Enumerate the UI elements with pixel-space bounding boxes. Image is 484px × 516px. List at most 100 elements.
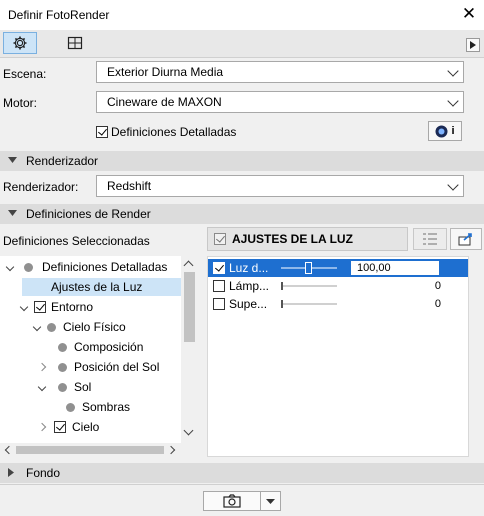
render-button[interactable] xyxy=(203,491,261,511)
engine-info-button[interactable]: i xyxy=(428,121,462,141)
chevron-down-icon xyxy=(266,498,275,504)
param-checkbox[interactable] xyxy=(213,262,225,274)
tree-item[interactable]: Cielo xyxy=(32,418,99,436)
chevron-down-icon[interactable] xyxy=(32,322,42,332)
scroll-down-icon[interactable] xyxy=(183,425,194,436)
tree-vertical-scrollbar[interactable] xyxy=(181,256,198,443)
detailed-option[interactable]: Definiciones Detalladas xyxy=(96,125,236,139)
bullet-icon xyxy=(24,262,33,272)
chevron-right-icon[interactable] xyxy=(37,362,47,372)
section-renderizador[interactable]: Renderizador xyxy=(0,151,484,171)
tree-item[interactable]: Sombras xyxy=(66,398,130,416)
chevron-right-icon xyxy=(8,468,14,477)
param-checkbox[interactable] xyxy=(213,298,225,310)
engine-label: Motor: xyxy=(3,96,38,110)
scroll-right-icon[interactable] xyxy=(166,445,176,455)
slider-handle[interactable] xyxy=(281,300,283,308)
chevron-down-icon xyxy=(8,210,17,216)
scene-value: Exterior Diurna Media xyxy=(107,65,224,79)
section-render-definitions[interactable]: Definiciones de Render xyxy=(0,204,484,224)
crop-frame-icon xyxy=(67,36,83,50)
renderer-label: Renderizador: xyxy=(3,180,79,194)
tree-item-selected[interactable]: Ajustes de la Luz xyxy=(22,278,181,296)
light-settings-panel: Luz d... 100,00 Lámp... 0 Supe... 0 xyxy=(207,256,469,457)
scene-label: Escena: xyxy=(3,67,47,81)
section-title: Definiciones de Render xyxy=(26,207,151,221)
list-view-button[interactable] xyxy=(413,228,447,250)
section-fondo[interactable]: Fondo xyxy=(0,463,484,483)
param-value[interactable]: 0 xyxy=(351,280,441,292)
chevron-down-icon xyxy=(447,179,459,191)
tree-item-label: Ajustes de la Luz xyxy=(51,280,143,294)
tree-item-label: Entorno xyxy=(51,300,94,314)
scene-select[interactable]: Exterior Diurna Media xyxy=(96,61,464,83)
param-label: Lámp... xyxy=(229,279,270,293)
param-slider[interactable] xyxy=(281,295,337,313)
tab-frame[interactable] xyxy=(58,32,92,54)
scroll-thumb[interactable] xyxy=(184,272,195,342)
param-row[interactable]: Supe... 0 xyxy=(208,295,468,313)
chevron-down-icon[interactable] xyxy=(5,262,15,272)
chevron-down-icon xyxy=(8,157,17,163)
slider-track xyxy=(281,285,337,287)
bullet-icon xyxy=(58,342,67,352)
play-right-icon xyxy=(470,41,476,49)
checkbox[interactable] xyxy=(34,301,46,313)
chevron-down-icon[interactable] xyxy=(37,382,47,392)
export-settings-button[interactable] xyxy=(450,228,482,250)
param-slider[interactable] xyxy=(281,259,337,277)
param-label: Luz d... xyxy=(229,261,269,275)
param-row[interactable]: Lámp... 0 xyxy=(208,277,468,295)
detailed-label: Definiciones Detalladas xyxy=(111,125,237,139)
engine-select[interactable]: Cineware de MAXON xyxy=(96,91,464,113)
tree-item-label: Composición xyxy=(74,340,144,354)
chevron-down-icon xyxy=(447,65,459,77)
tab-settings[interactable] xyxy=(3,32,37,54)
param-row-selected[interactable]: Luz d... 100,00 xyxy=(208,259,468,277)
bullet-icon xyxy=(58,382,67,392)
slider-handle[interactable] xyxy=(281,282,283,290)
scroll-thumb[interactable] xyxy=(16,446,164,454)
detailed-checkbox[interactable] xyxy=(96,126,108,138)
slider-track xyxy=(281,303,337,305)
chevron-right-icon[interactable] xyxy=(37,422,47,432)
param-checkbox[interactable] xyxy=(213,280,225,292)
render-options-dropdown[interactable] xyxy=(261,491,281,511)
param-slider[interactable] xyxy=(281,277,337,295)
scroll-up-icon[interactable] xyxy=(183,260,194,271)
tree-item[interactable]: Cielo Físico xyxy=(27,318,126,336)
tree-item[interactable]: Entorno xyxy=(14,298,93,316)
bullet-icon xyxy=(66,402,75,412)
slider-handle[interactable] xyxy=(305,262,312,274)
info-icon: i xyxy=(451,125,455,137)
close-icon[interactable]: ✕ xyxy=(460,4,478,24)
tree-item[interactable]: Composición xyxy=(58,338,143,356)
tree-item-label: Sol xyxy=(74,380,92,394)
panel-header-title: AJUSTES DE LA LUZ xyxy=(232,232,353,246)
bullet-icon xyxy=(47,322,56,332)
panel-header-checkbox[interactable] xyxy=(214,233,226,245)
tree-horizontal-scrollbar[interactable] xyxy=(0,443,198,457)
gear-icon xyxy=(13,36,27,50)
tree-item[interactable]: Definiciones Detalladas xyxy=(0,258,167,276)
section-title: Fondo xyxy=(26,466,61,480)
tree-item-label: Cielo xyxy=(72,420,100,434)
engine-value: Cineware de MAXON xyxy=(107,95,222,109)
tree-item[interactable]: Posición del Sol xyxy=(32,358,159,376)
renderer-value: Redshift xyxy=(107,179,152,193)
camera-icon xyxy=(223,494,241,508)
scroll-left-icon[interactable] xyxy=(4,445,14,455)
section-title: Renderizador xyxy=(26,154,99,168)
renderer-select[interactable]: Redshift xyxy=(96,175,464,197)
panel-expand-button[interactable] xyxy=(466,38,480,52)
export-icon xyxy=(458,233,472,246)
chevron-down-icon[interactable] xyxy=(19,302,29,312)
tree-item-label: Posición del Sol xyxy=(74,360,160,374)
param-value[interactable]: 0 xyxy=(351,298,441,310)
list-view-icon xyxy=(423,233,437,245)
checkbox[interactable] xyxy=(54,421,66,433)
chevron-down-icon xyxy=(447,95,459,107)
param-value-input[interactable]: 100,00 xyxy=(351,261,439,275)
tree-item[interactable]: Sol xyxy=(32,378,91,396)
window-title: Definir FotoRender xyxy=(8,8,110,22)
